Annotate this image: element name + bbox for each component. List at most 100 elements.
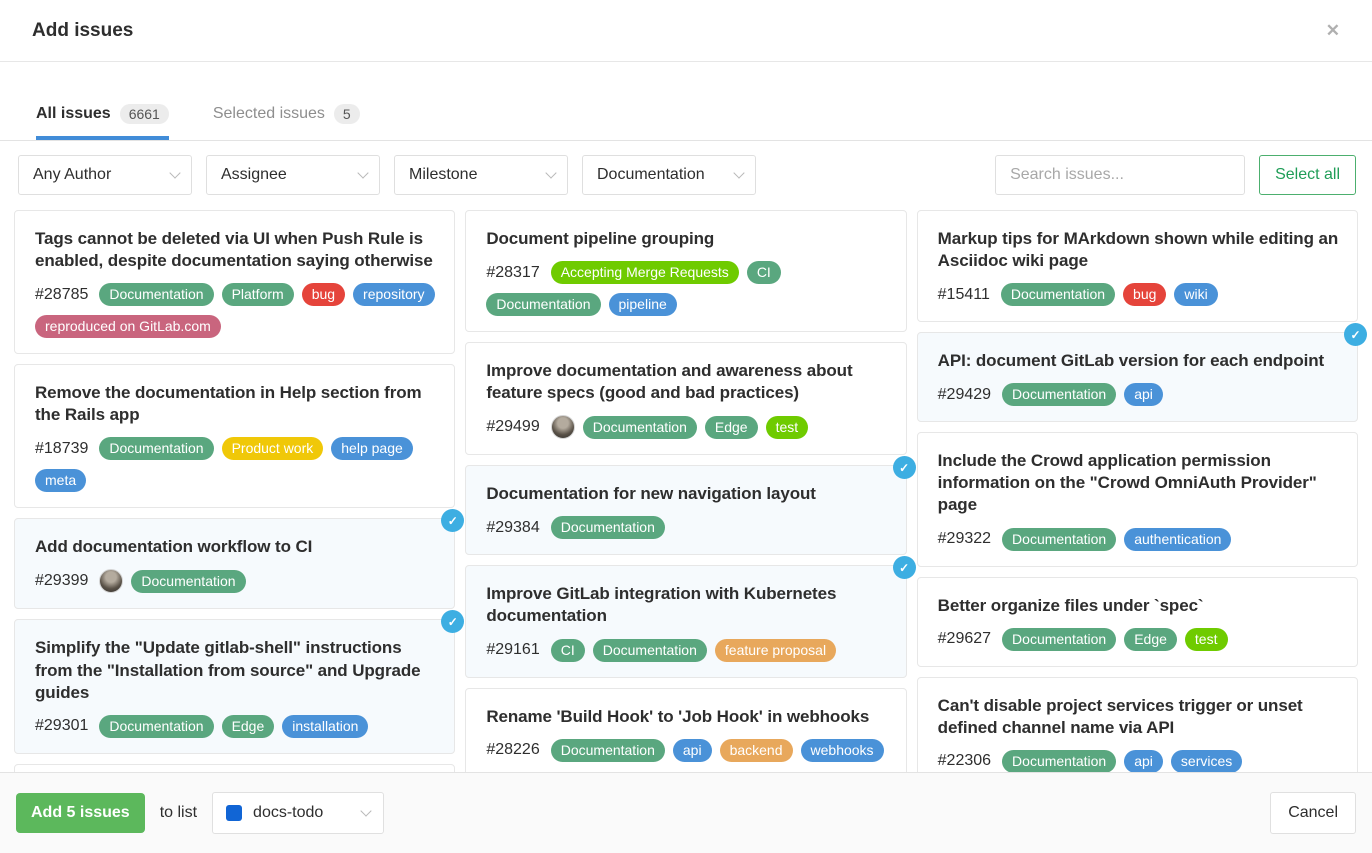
- issue-id: #29499: [486, 418, 539, 436]
- issue-meta: #28317Accepting Merge RequestsCIDocument…: [486, 261, 889, 316]
- issue-title: Better organize files under `spec`: [938, 595, 1341, 617]
- issue-meta: #29301DocumentationEdgeinstallation: [35, 715, 438, 738]
- issue-label: authentication: [1124, 528, 1231, 551]
- issue-column-1: Tags cannot be deleted via UI when Push …: [14, 210, 455, 758]
- issue-label: Edge: [705, 416, 758, 439]
- issue-meta: #28785DocumentationPlatformbugrepository…: [35, 283, 438, 338]
- issue-title: Documentation for new navigation layout: [486, 483, 889, 505]
- issue-label: test: [766, 416, 809, 439]
- search-input[interactable]: [995, 155, 1245, 195]
- selected-issues-count-badge: 5: [334, 104, 360, 124]
- tab-all-issues[interactable]: All issues 6661: [36, 104, 169, 140]
- issue-label: feature proposal: [715, 639, 836, 662]
- label-filter-dropdown[interactable]: Documentation: [582, 155, 756, 195]
- issue-card[interactable]: Remove the documentation in Help section…: [14, 364, 455, 508]
- issue-label: Documentation: [1002, 628, 1116, 651]
- issue-title: Improve documentation and awareness abou…: [486, 360, 889, 404]
- issue-card[interactable]: Simplify the "Update gitlab-shell" instr…: [14, 619, 455, 753]
- filter-bar: Any Author Assignee Milestone Documentat…: [0, 141, 1372, 195]
- issue-column-2: Document pipeline grouping #28317Acceptin…: [465, 210, 906, 758]
- issue-label: bug: [1123, 283, 1166, 306]
- issue-label: Documentation: [1001, 283, 1115, 306]
- author-filter-dropdown[interactable]: Any Author: [18, 155, 192, 195]
- issue-title: Rename 'Build Hook' to 'Job Hook' in web…: [486, 706, 889, 728]
- chevron-down-icon: [545, 167, 556, 178]
- issue-label: installation: [282, 715, 368, 738]
- issue-meta: #29322 Documentation authentication: [938, 528, 1341, 551]
- all-issues-count-badge: 6661: [120, 104, 169, 124]
- issue-label: Platform: [222, 283, 294, 306]
- issue-title: Simplify the "Update gitlab-shell" instr…: [35, 637, 438, 703]
- list-color-swatch: [226, 805, 242, 821]
- assignee-filter-label: Assignee: [221, 166, 287, 184]
- issue-label: Documentation: [593, 639, 707, 662]
- issue-label: Accepting Merge Requests: [551, 261, 739, 284]
- issue-id: #29301: [35, 717, 88, 735]
- issue-title: Remove the documentation in Help section…: [35, 382, 438, 426]
- issue-id: #29627: [938, 630, 991, 648]
- issue-label: Documentation: [99, 715, 213, 738]
- selected-check-icon: ✓: [441, 610, 464, 633]
- issue-card[interactable]: Add documentation workflow to CI#29399Do…: [14, 518, 455, 609]
- tab-selected-issues[interactable]: Selected issues 5: [213, 104, 360, 140]
- issue-card[interactable]: Documentation for new navigation layout #…: [465, 465, 906, 555]
- cancel-button[interactable]: Cancel: [1270, 792, 1356, 834]
- issue-card[interactable]: Markup tips for MArkdown shown while edi…: [917, 210, 1358, 322]
- chevron-down-icon: [733, 167, 744, 178]
- issue-label: api: [1124, 383, 1163, 406]
- issue-card[interactable]: [14, 764, 455, 772]
- selected-check-icon: ✓: [1344, 323, 1367, 346]
- issue-label: Documentation: [1002, 528, 1116, 551]
- issue-card[interactable]: Can't disable project services trigger o…: [917, 677, 1358, 772]
- chevron-down-icon: [360, 805, 371, 816]
- issue-card[interactable]: API: document GitLab version for each en…: [917, 332, 1358, 422]
- list-dropdown[interactable]: docs-todo: [212, 792, 384, 834]
- issue-label: Documentation: [99, 283, 213, 306]
- issue-card[interactable]: Include the Crowd application permission…: [917, 432, 1358, 566]
- issue-id: #29399: [35, 572, 88, 590]
- issue-meta: #18739DocumentationProduct workhelp page…: [35, 437, 438, 492]
- issue-label: reproduced on GitLab.com: [35, 315, 221, 338]
- issue-id: #28785: [35, 286, 88, 304]
- issue-id: #29384: [486, 519, 539, 537]
- issue-meta: #28226Documentationapibackendwebhooks: [486, 739, 889, 762]
- issue-label: Documentation: [486, 293, 600, 316]
- modal-footer: Add 5 issues to list docs-todo Cancel: [0, 772, 1372, 853]
- issue-id: #28226: [486, 741, 539, 759]
- issue-card[interactable]: Better organize files under `spec` #29627…: [917, 577, 1358, 667]
- issue-id: #29322: [938, 530, 991, 548]
- issue-label: api: [673, 739, 712, 762]
- issue-id: #18739: [35, 440, 88, 458]
- issue-meta: #22306Documentationapiservices: [938, 750, 1341, 772]
- issue-label: services: [1171, 750, 1242, 772]
- issue-card[interactable]: Document pipeline grouping #28317Acceptin…: [465, 210, 906, 332]
- issue-meta: #29384 Documentation: [486, 516, 889, 539]
- issue-meta: #29429Documentationapi: [938, 383, 1341, 406]
- issue-meta: #29399 Documentation: [35, 569, 438, 593]
- issue-card[interactable]: Improve GitLab integration with Kubernet…: [465, 565, 906, 677]
- issue-card[interactable]: Rename 'Build Hook' to 'Job Hook' in web…: [465, 688, 906, 772]
- milestone-filter-label: Milestone: [409, 166, 477, 184]
- assignee-filter-dropdown[interactable]: Assignee: [206, 155, 380, 195]
- issue-label: Documentation: [551, 516, 665, 539]
- select-all-button[interactable]: Select all: [1259, 155, 1356, 195]
- issue-grid: Tags cannot be deleted via UI when Push …: [0, 196, 1372, 772]
- issue-card[interactable]: Tags cannot be deleted via UI when Push …: [14, 210, 455, 354]
- issue-label: Product work: [222, 437, 324, 460]
- issue-label: help page: [331, 437, 413, 460]
- filter-right-group: Select all: [995, 155, 1356, 195]
- tabs-bar: All issues 6661 Selected issues 5: [0, 62, 1372, 141]
- issue-id: #29161: [486, 641, 539, 659]
- avatar: [551, 415, 575, 439]
- issue-title: Markup tips for MArkdown shown while edi…: [938, 228, 1341, 272]
- issue-meta: #29161CIDocumentationfeature proposal: [486, 639, 889, 662]
- issue-card[interactable]: Improve documentation and awareness abou…: [465, 342, 906, 455]
- issue-title: Document pipeline grouping: [486, 228, 889, 250]
- add-issues-button[interactable]: Add 5 issues: [16, 793, 145, 833]
- issue-label: Documentation: [131, 570, 245, 593]
- milestone-filter-dropdown[interactable]: Milestone: [394, 155, 568, 195]
- issue-label: wiki: [1174, 283, 1217, 306]
- selected-check-icon: ✓: [893, 456, 916, 479]
- chevron-down-icon: [357, 167, 368, 178]
- close-icon[interactable]: ✕: [1318, 17, 1348, 45]
